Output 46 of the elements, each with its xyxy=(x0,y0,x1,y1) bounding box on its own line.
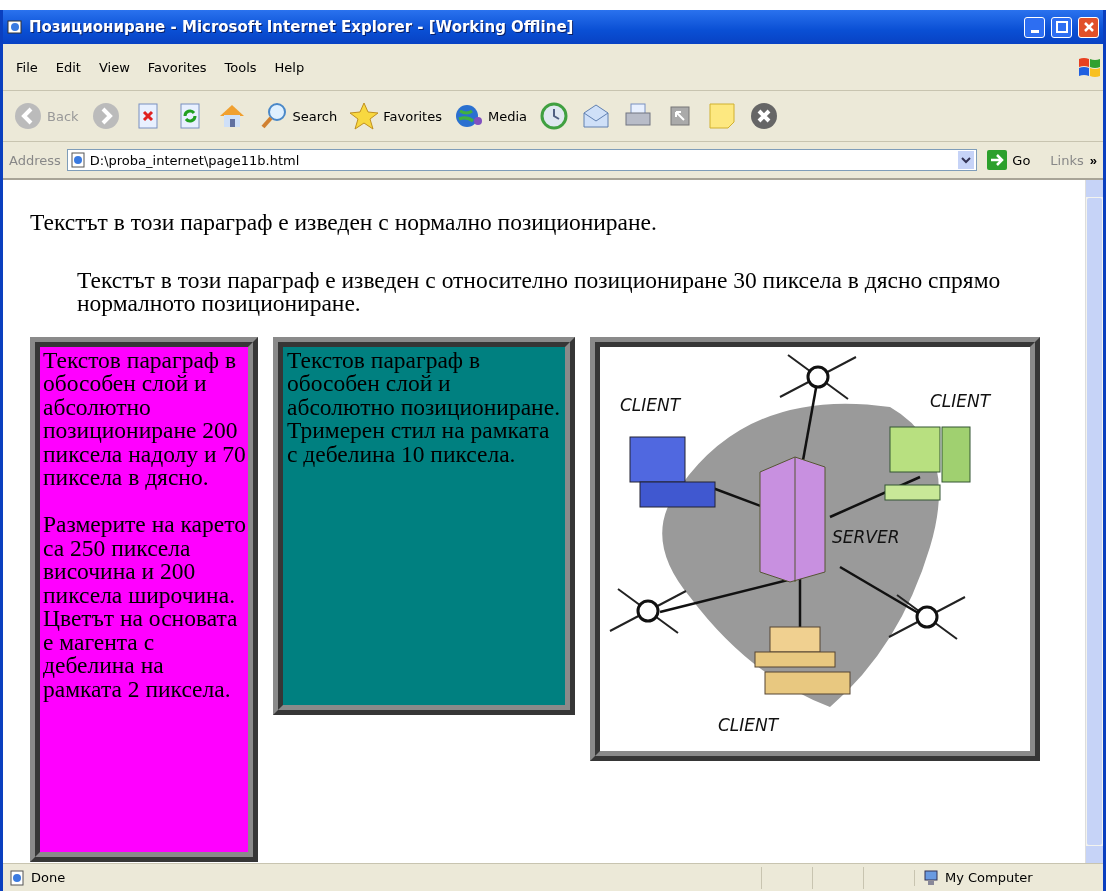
search-button[interactable]: Search xyxy=(254,98,342,134)
layer-paragraph: Текстов параграф в обособен слой и абсолютно позициониране. Тримерен стил на рамката с дебелина 10 пиксела. xyxy=(287,348,561,466)
menu-item[interactable]: Tools xyxy=(215,57,266,77)
windows-flag-icon xyxy=(1077,55,1103,79)
close-icon xyxy=(1082,21,1095,33)
arrow-right-icon xyxy=(987,150,1008,170)
minimize-button[interactable] xyxy=(1024,16,1045,38)
star-icon xyxy=(349,101,380,131)
address-field[interactable]: D:\proba_internet\page11b.html xyxy=(66,149,978,171)
zone-text: My Computer xyxy=(945,870,1033,885)
network-node-icon xyxy=(888,593,966,640)
page-icon xyxy=(9,869,25,886)
scrollbar[interactable] xyxy=(1085,180,1103,863)
layer-paragraph: Размерите на карето са 250 пиксела височина и 200 пиксела широчина. Цветът на основата е магента с дебелина на рамката 2 пиксела. xyxy=(43,513,246,701)
status-text: Done xyxy=(31,870,66,885)
favorites-button[interactable]: Favorites xyxy=(345,98,446,134)
diagram-label: SERVER xyxy=(832,526,900,547)
diagram-label: CLIENT xyxy=(718,714,779,735)
menu-item[interactable]: Favorites xyxy=(138,57,216,77)
page-icon xyxy=(69,152,86,168)
go-button[interactable]: Go xyxy=(983,150,1045,170)
menu-item[interactable]: File xyxy=(7,57,47,77)
close-icon xyxy=(749,101,779,131)
address-label: Address xyxy=(9,152,61,168)
minimize-icon xyxy=(1030,29,1039,33)
network-node-icon xyxy=(609,587,687,634)
layer-paragraph: Текстов параграф в обособен слой и абсолютно позициониране 200 пиксела надолу и 70 пиксела в дясно. xyxy=(43,348,246,490)
maximize-button[interactable] xyxy=(1051,16,1072,38)
dropdown-icon[interactable] xyxy=(958,151,975,169)
diagram-label: CLIENT xyxy=(930,390,991,411)
maximize-icon xyxy=(1055,21,1068,33)
diagram-label: CLIENT xyxy=(620,394,681,415)
menu-item[interactable]: View xyxy=(89,57,139,77)
window-title: Позициониране - Microsoft Internet Explorer - [Working Offline] xyxy=(29,18,575,36)
history-clock-icon xyxy=(539,101,569,131)
menu-item[interactable]: Edit xyxy=(46,57,90,77)
network-node-icon xyxy=(779,353,857,400)
paragraph: Текстът в този параграф е изведен с нормално позициониране. xyxy=(30,211,658,235)
close-button[interactable] xyxy=(1078,16,1099,38)
more-button[interactable]: » xyxy=(1089,152,1097,168)
browser-page-icon xyxy=(7,19,23,35)
sticky-note-icon xyxy=(707,101,737,131)
media-button[interactable]: Media xyxy=(449,98,531,134)
paragraph: Текстът в този параграф е изведен с относително позициониране 30 пиксела в дясно спрямо нормалното позициониране. xyxy=(77,268,1002,316)
computer-icon xyxy=(923,869,939,886)
menu-item[interactable]: Help xyxy=(265,57,314,77)
